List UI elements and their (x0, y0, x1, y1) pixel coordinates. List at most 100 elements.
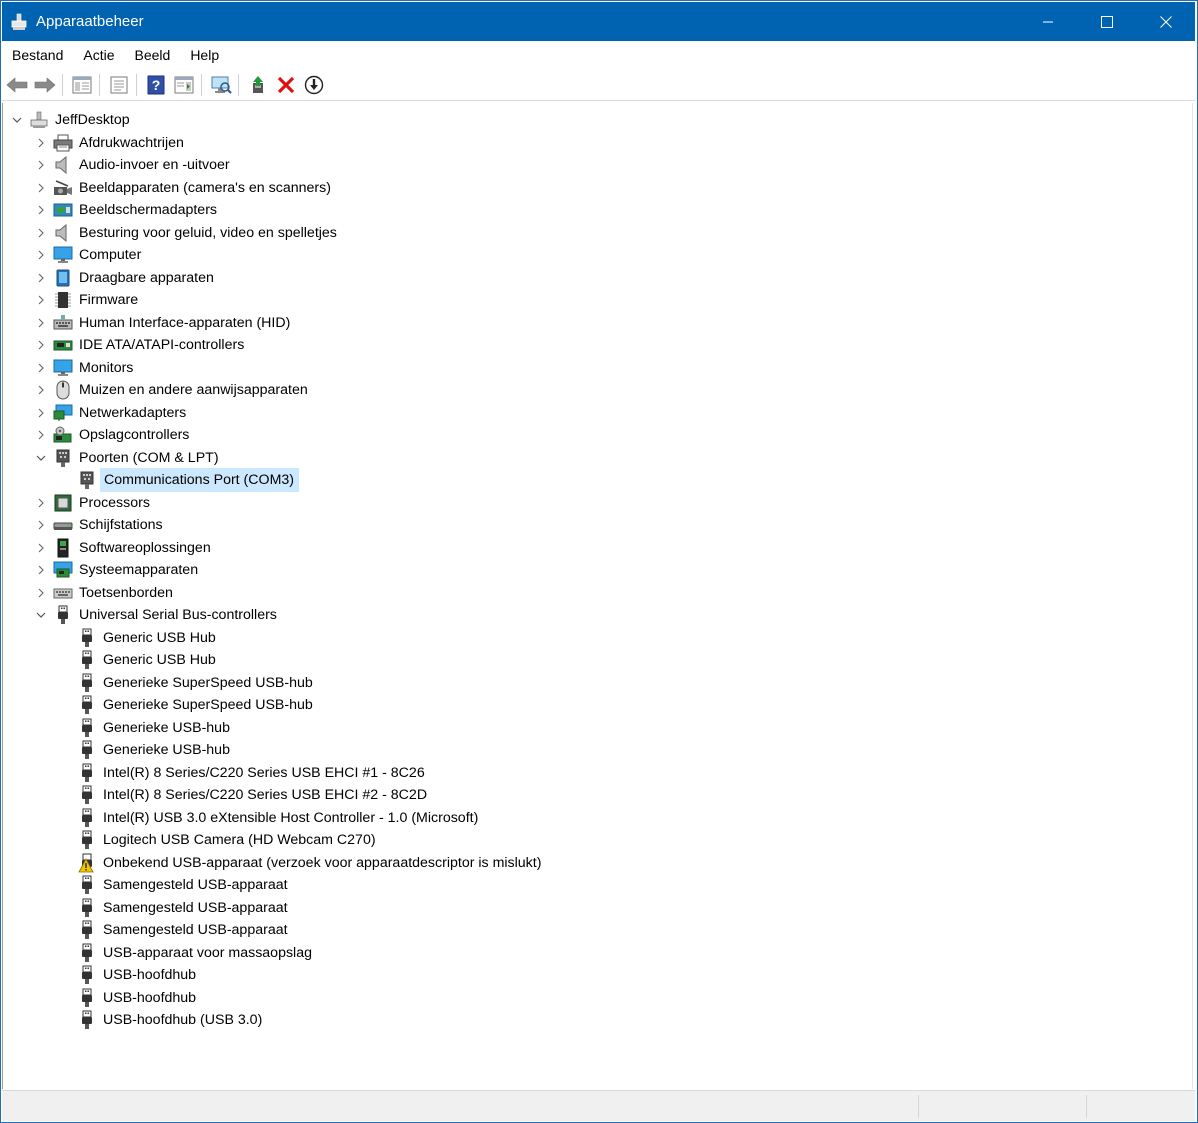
tree-category-ide-ata-atapi-controllers[interactable]: IDE ATA/ATAPI-controllers (35, 334, 247, 356)
chevron-right-icon[interactable] (35, 317, 47, 329)
chevron-right-icon[interactable] (35, 362, 47, 374)
tree-category-netwerkadapters[interactable]: Netwerkadapters (35, 402, 189, 424)
usb-icon (77, 808, 97, 828)
tree-device-generieke-superspeed-usb-hub[interactable]: Generieke SuperSpeed USB-hub (77, 694, 316, 716)
tree-device-intel-r-usb-3-0-extensible-host-controller-1-0-microsoft[interactable]: Intel(R) USB 3.0 eXtensible Host Control… (77, 807, 481, 829)
chevron-right-icon[interactable] (35, 429, 47, 441)
menu-bestand[interactable]: Bestand (2, 41, 73, 69)
tree-category-softwareoplossingen[interactable]: Softwareoplossingen (35, 537, 214, 559)
tree-category-besturing-voor-geluid-video-en-spelletjes[interactable]: Besturing voor geluid, video en spelletj… (35, 222, 340, 244)
chevron-down-icon[interactable] (35, 609, 47, 621)
disable-icon (304, 75, 324, 94)
tree-category-afdrukwachtrijen[interactable]: Afdrukwachtrijen (35, 132, 187, 154)
tree-category-audio-invoer-en-uitvoer[interactable]: Audio-invoer en -uitvoer (35, 154, 233, 176)
console-tree-button[interactable] (69, 72, 95, 98)
chevron-right-icon[interactable] (35, 137, 47, 149)
monitor-icon (53, 358, 73, 378)
tree-category-label: Beeldschermadapters (79, 202, 218, 218)
update-driver-button[interactable] (245, 72, 271, 98)
tree-device-label: Generieke USB-hub (103, 742, 230, 758)
tree-device-onbekend-usb-apparaat-verzoek-voor-apparaatdescriptor-is-mislukt[interactable]: Onbekend USB-apparaat (verzoek voor appa… (77, 852, 544, 874)
tree-category-computer[interactable]: Computer (35, 244, 144, 266)
disable-button[interactable] (301, 72, 327, 98)
tree-category-muizen-en-andere-aanwijsapparaten[interactable]: Muizen en andere aanwijsapparaten (35, 379, 311, 401)
chevron-right-icon[interactable] (35, 159, 47, 171)
help-button[interactable]: ? (143, 72, 169, 98)
port-icon (53, 448, 73, 468)
tree-device-generic-usb-hub[interactable]: Generic USB Hub (77, 649, 219, 671)
chevron-right-icon[interactable] (35, 519, 47, 531)
back-button[interactable] (4, 72, 30, 98)
chevron-right-icon[interactable] (35, 294, 47, 306)
chevron-right-icon[interactable] (35, 564, 47, 576)
tree-category-firmware[interactable]: Firmware (35, 289, 141, 311)
mouse-icon (53, 380, 73, 400)
menu-actie[interactable]: Actie (73, 41, 124, 69)
display-adapter-icon (53, 200, 73, 220)
chevron-right-icon[interactable] (35, 542, 47, 554)
tree-category-label: Processors (79, 494, 150, 511)
menu-help[interactable]: Help (180, 41, 229, 69)
speaker-icon (53, 223, 73, 243)
tree-category-draagbare-apparaten[interactable]: Draagbare apparaten (35, 267, 217, 289)
chevron-right-icon[interactable] (35, 407, 47, 419)
tree-device-generieke-superspeed-usb-hub[interactable]: Generieke SuperSpeed USB-hub (77, 672, 316, 694)
scan-hardware-button[interactable] (208, 72, 234, 98)
title-bar[interactable]: Apparaatbeheer (2, 2, 1195, 41)
chevron-right-icon[interactable] (35, 182, 47, 194)
tree-category-label: Softwareoplossingen (79, 539, 211, 556)
chevron-right-icon[interactable] (35, 272, 47, 284)
tree-category-schijfstations[interactable]: Schijfstations (35, 514, 166, 536)
tree-device-intel-r-8-series-c220-series-usb-ehci-2-8c2d[interactable]: Intel(R) 8 Series/C220 Series USB EHCI #… (77, 784, 430, 806)
properties-button[interactable] (106, 72, 132, 98)
tree-category-toetsenborden[interactable]: Toetsenborden (35, 582, 176, 604)
usb-icon (53, 605, 73, 625)
chevron-right-icon[interactable] (35, 339, 47, 351)
tree-device-generieke-usb-hub[interactable]: Generieke USB-hub (77, 717, 233, 739)
tree-device-logitech-usb-camera-hd-webcam-c270[interactable]: Logitech USB Camera (HD Webcam C270) (77, 829, 379, 851)
maximize-button[interactable] (1077, 2, 1136, 41)
action-pane-button[interactable] (171, 72, 197, 98)
tree-category-human-interface-apparaten-hid[interactable]: Human Interface-apparaten (HID) (35, 312, 293, 334)
menu-beeld[interactable]: Beeld (125, 41, 181, 69)
tree-device-communications-port-com3[interactable]: Communications Port (COM3) (77, 468, 300, 492)
tree-device-samengesteld-usb-apparaat[interactable]: Samengesteld USB-apparaat (77, 919, 291, 941)
tree-category-beeldschermadapters[interactable]: Beeldschermadapters (35, 199, 220, 221)
computer-desktop-icon (29, 110, 49, 130)
chevron-right-icon[interactable] (35, 587, 47, 599)
minimize-button[interactable] (1018, 2, 1077, 41)
tree-category-opslagcontrollers[interactable]: Opslagcontrollers (35, 424, 192, 446)
camera-icon (53, 178, 73, 198)
chevron-right-icon[interactable] (35, 249, 47, 261)
chevron-down-icon[interactable] (11, 114, 23, 126)
tree-device-generieke-usb-hub[interactable]: Generieke USB-hub (77, 739, 233, 761)
tree-device-usb-apparaat-voor-massaopslag[interactable]: USB-apparaat voor massaopslag (77, 942, 315, 964)
tree-category-poorten-com-lpt[interactable]: Poorten (COM & LPT) (35, 447, 222, 469)
chevron-right-icon[interactable] (35, 497, 47, 509)
usb-icon (77, 920, 97, 940)
tree-device-usb-hoofdhub-usb-3-0[interactable]: USB-hoofdhub (USB 3.0) (77, 1009, 265, 1031)
uninstall-button[interactable] (273, 72, 299, 98)
usb-icon (77, 875, 97, 895)
tree-category-monitors[interactable]: Monitors (35, 357, 136, 379)
chevron-right-icon[interactable] (35, 204, 47, 216)
device-tree[interactable]: JeffDesktop Afdrukwachtrijen Audio-invoer… (2, 103, 1193, 1089)
tree-category-systeemapparaten[interactable]: Systeemapparaten (35, 559, 201, 581)
tree-device-label: Intel(R) 8 Series/C220 Series USB EHCI #… (103, 764, 425, 781)
chevron-right-icon[interactable] (35, 384, 47, 396)
tree-device-usb-hoofdhub[interactable]: USB-hoofdhub (77, 964, 199, 986)
forward-button[interactable] (32, 72, 58, 98)
tree-device-samengesteld-usb-apparaat[interactable]: Samengesteld USB-apparaat (77, 874, 291, 896)
tree-device-intel-r-8-series-c220-series-usb-ehci-1-8c26[interactable]: Intel(R) 8 Series/C220 Series USB EHCI #… (77, 762, 428, 784)
tree-device-generic-usb-hub[interactable]: Generic USB Hub (77, 627, 219, 649)
tree-device-usb-hoofdhub[interactable]: USB-hoofdhub (77, 987, 199, 1009)
tree-device-label: USB-apparaat voor massaopslag (103, 944, 312, 961)
tree-category-processors[interactable]: Processors (35, 492, 153, 514)
tree-device-samengesteld-usb-apparaat[interactable]: Samengesteld USB-apparaat (77, 897, 291, 919)
tree-category-beeldapparaten-camera-s-en-scanners[interactable]: Beeldapparaten (camera's en scanners) (35, 177, 334, 199)
chevron-right-icon[interactable] (35, 227, 47, 239)
tree-root-jeffdesktop[interactable]: JeffDesktop (11, 109, 133, 131)
tree-category-universal-serial-bus-controllers[interactable]: Universal Serial Bus-controllers (35, 604, 280, 626)
chevron-down-icon[interactable] (35, 452, 47, 464)
close-button[interactable] (1136, 2, 1195, 41)
